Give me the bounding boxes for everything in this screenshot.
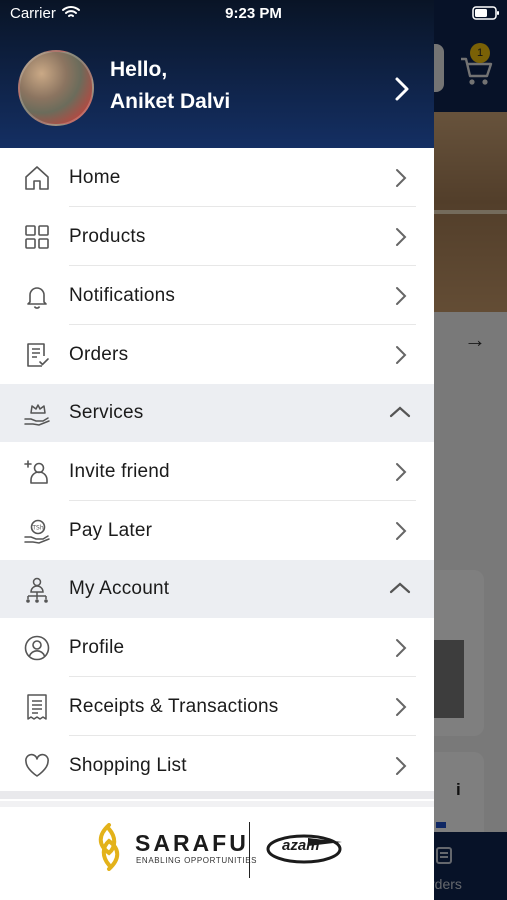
menu-item-profile[interactable]: Profile xyxy=(0,618,434,677)
avatar[interactable] xyxy=(18,50,94,126)
menu-label-invite-friend: Invite friend xyxy=(69,461,170,482)
menu-label-notifications: Notifications xyxy=(69,285,176,306)
chevron-right-icon xyxy=(396,698,407,716)
logo-separator xyxy=(249,822,250,878)
menu-label-my-account: My Account xyxy=(69,578,170,599)
greeting-text: Hello, xyxy=(110,58,168,81)
chevron-right-icon xyxy=(396,169,407,187)
pay-later-icon: TSh xyxy=(24,519,50,544)
sarafu-tagline: ENABLING OPPORTUNITIES xyxy=(136,856,258,865)
orders-icon xyxy=(27,343,49,367)
drawer-menu: Home Products Notifications Orders Servi… xyxy=(0,148,434,795)
chevron-right-icon xyxy=(396,287,407,305)
menu-item-shopping-list[interactable]: Shopping List xyxy=(0,736,434,795)
chevron-up-icon[interactable] xyxy=(388,580,412,596)
clock: 9:23 PM xyxy=(225,5,282,22)
footer-divider xyxy=(0,801,434,807)
menu-label-products: Products xyxy=(69,226,146,247)
crown-hand-icon xyxy=(24,404,50,426)
menu-item-invite-friend[interactable]: Invite friend xyxy=(0,442,434,501)
menu-label-services: Services xyxy=(69,402,144,423)
section-services[interactable]: Services xyxy=(0,384,434,442)
sarafu-logo-icon xyxy=(98,823,120,871)
chevron-right-icon xyxy=(396,228,407,246)
menu-item-receipts[interactable]: Receipts & Transactions xyxy=(0,677,434,736)
profile-icon xyxy=(24,635,50,661)
greeting-block: Hello, Aniket Dalvi xyxy=(110,54,230,118)
chevron-right-icon xyxy=(396,639,407,657)
menu-label-receipts: Receipts & Transactions xyxy=(69,696,279,717)
section-my-account[interactable]: My Account xyxy=(0,560,434,618)
footer-divider xyxy=(0,791,434,799)
menu-item-pay-later[interactable]: TSh Pay Later xyxy=(0,501,434,560)
profile-row[interactable]: Hello, Aniket Dalvi xyxy=(0,44,434,132)
chevron-right-icon xyxy=(396,463,407,481)
navigation-drawer: Hello, Aniket Dalvi Home Products Notifi… xyxy=(0,0,434,900)
grid-icon xyxy=(25,225,49,249)
receipt-icon xyxy=(27,694,47,720)
menu-label-orders: Orders xyxy=(69,344,129,365)
chevron-right-icon xyxy=(396,757,407,775)
sarafu-logo-text: SARAFU xyxy=(135,830,249,856)
menu-item-notifications[interactable]: Notifications xyxy=(0,266,434,325)
drawer-footer: SARAFU ENABLING OPPORTUNITIES azam xyxy=(0,808,434,900)
azam-logo-text: azam xyxy=(282,837,320,854)
account-tree-icon xyxy=(26,577,48,603)
battery-icon xyxy=(472,6,499,20)
chevron-up-icon[interactable] xyxy=(388,404,412,420)
svg-text:TSh: TSh xyxy=(31,525,43,532)
chevron-right-icon[interactable] xyxy=(390,74,414,104)
menu-item-home[interactable]: Home xyxy=(0,148,434,207)
home-icon xyxy=(25,166,49,190)
chevron-right-icon xyxy=(396,346,407,364)
menu-label-pay-later: Pay Later xyxy=(69,520,153,541)
menu-item-orders[interactable]: Orders xyxy=(0,325,434,384)
status-bar: Carrier 9:23 PM xyxy=(0,0,507,28)
bell-icon xyxy=(27,287,47,309)
chevron-right-icon xyxy=(396,522,407,540)
user-name: Aniket Dalvi xyxy=(110,90,231,113)
invite-friend-icon xyxy=(24,460,48,484)
menu-label-home: Home xyxy=(69,167,121,188)
heart-icon xyxy=(25,753,49,777)
menu-label-profile: Profile xyxy=(69,637,125,658)
menu-label-shopping-list: Shopping List xyxy=(69,755,187,776)
menu-item-products[interactable]: Products xyxy=(0,207,434,266)
